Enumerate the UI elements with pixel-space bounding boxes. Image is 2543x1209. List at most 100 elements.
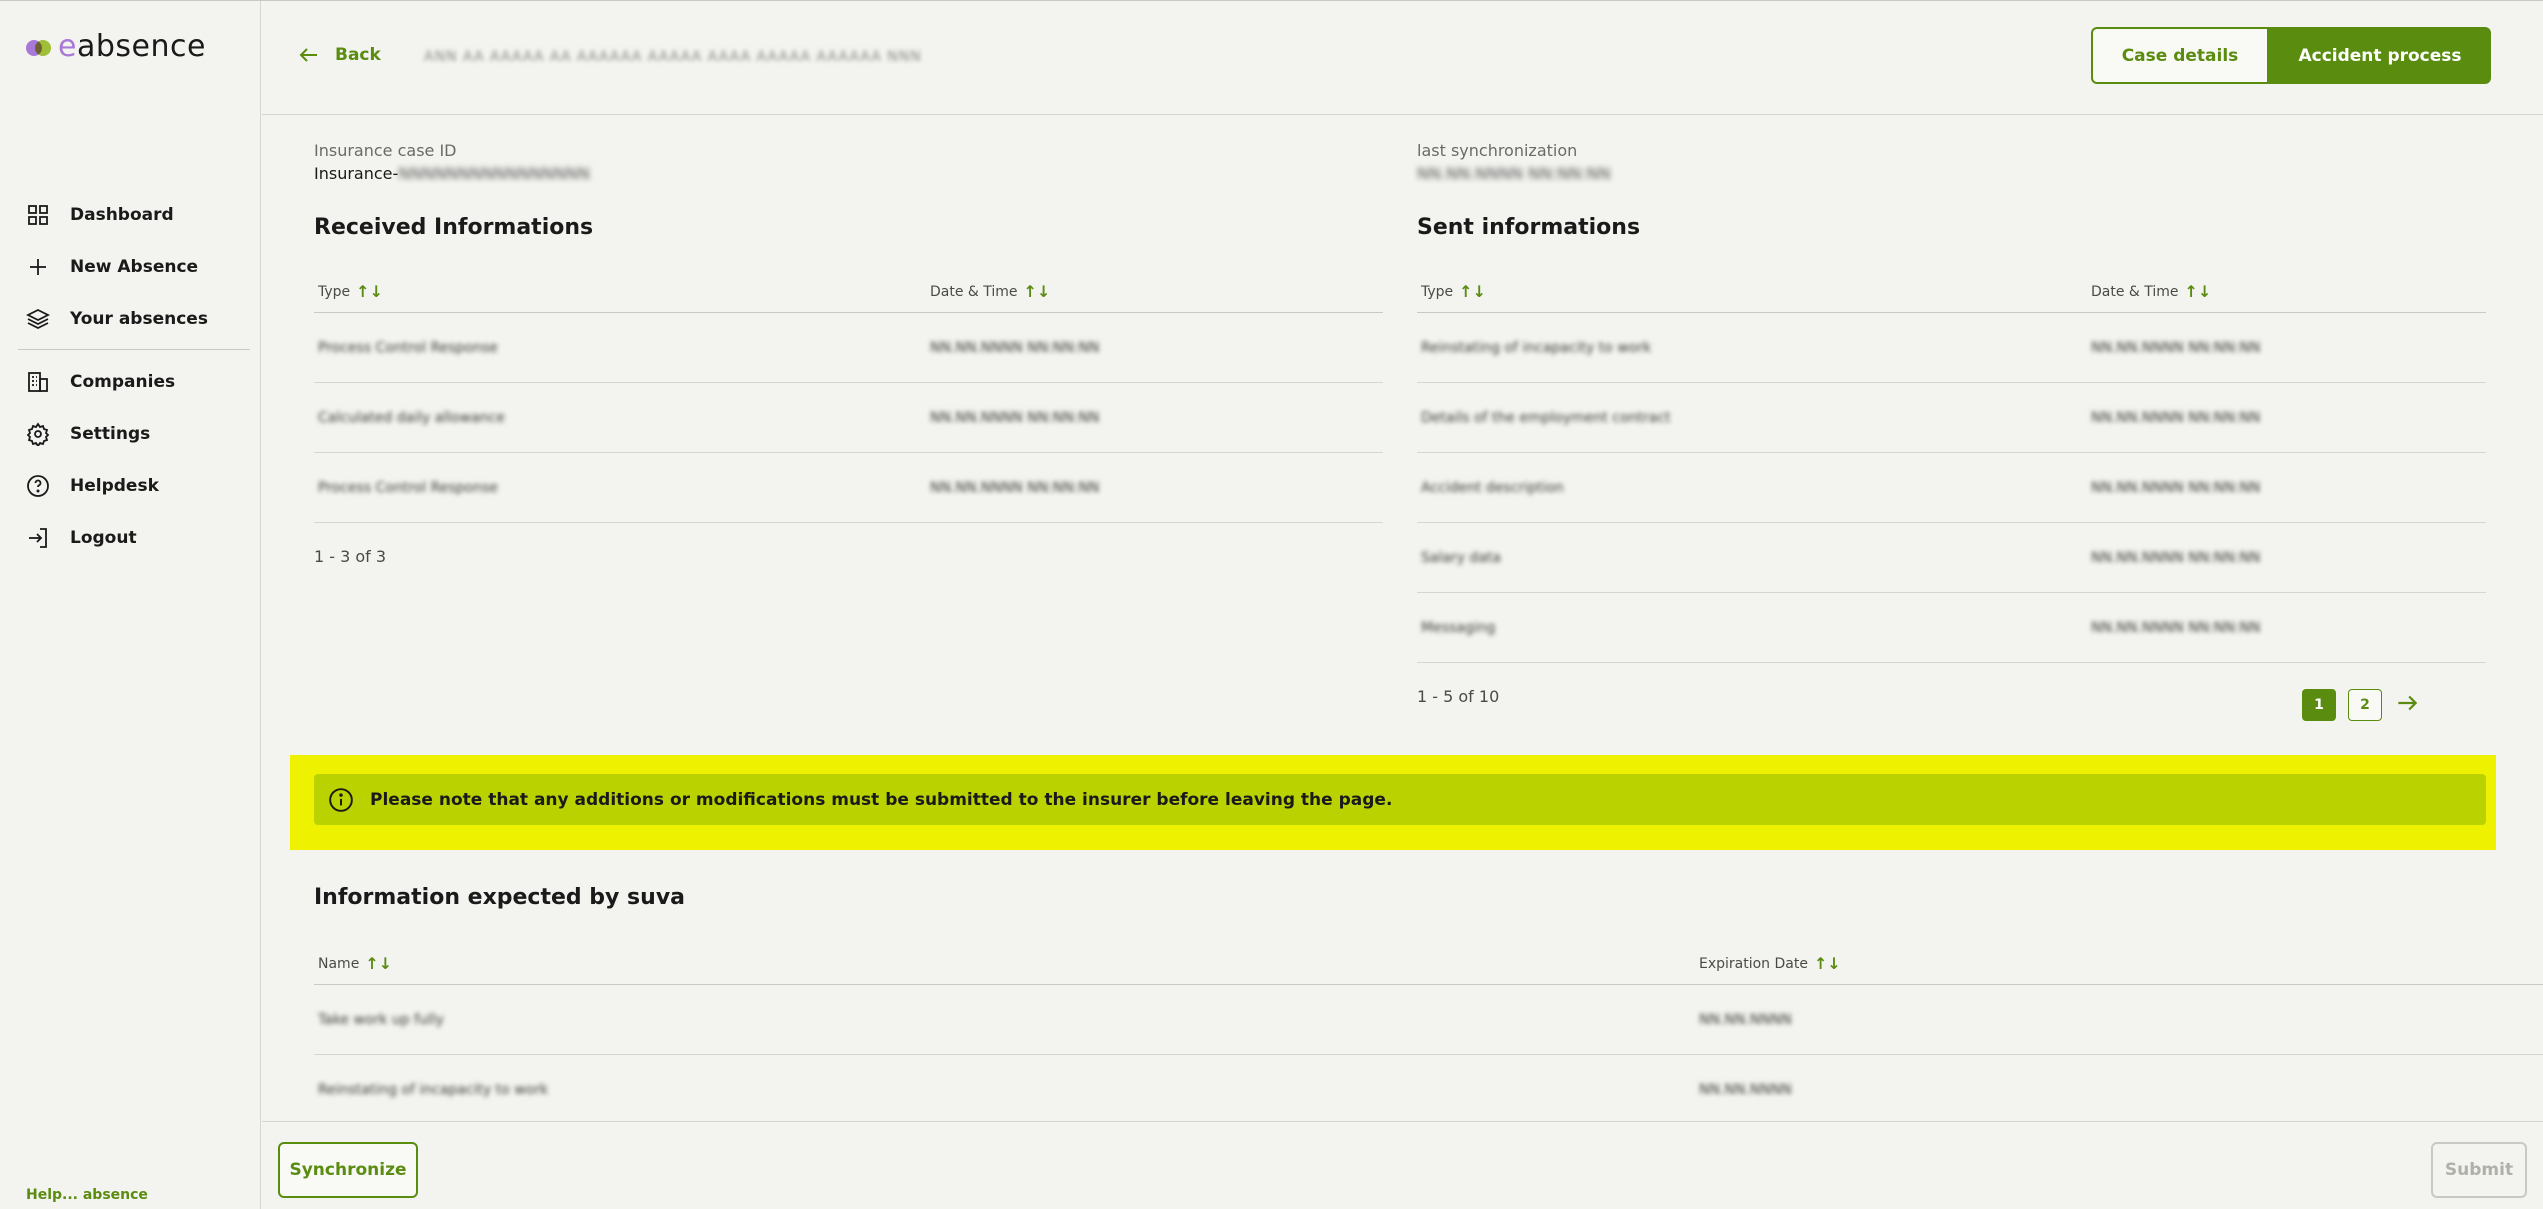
sidebar-item-new-absence[interactable]: New Absence xyxy=(18,241,250,293)
table-row[interactable]: Process Control Response NN.NN.NNNN NN:NN… xyxy=(314,313,1383,383)
building-icon xyxy=(28,372,48,392)
view-switcher: Case details Accident process xyxy=(2091,27,2491,84)
date-cell: NN.NN.NNNN xyxy=(1699,1011,1792,1028)
expected-title: Information expected by suva xyxy=(314,885,686,910)
sidebar-item-helpdesk[interactable]: Helpdesk xyxy=(18,460,250,512)
received-title: Received Informations xyxy=(314,215,594,240)
table-row[interactable]: Details of the employment contract NN.NN.… xyxy=(1417,383,2486,453)
sidebar-item-your-absences[interactable]: Your absences xyxy=(18,293,250,345)
footer-brand-text: Help... absence xyxy=(26,1187,148,1203)
date-cell: NN.NN.NNNN NN:NN:NN xyxy=(930,339,1100,356)
column-header: Expiration Date xyxy=(1699,955,1808,972)
tab-accident-process[interactable]: Accident process xyxy=(2269,27,2491,84)
sort-name-header[interactable]: Name ↑↓ xyxy=(314,954,1695,973)
sidebar-item-label: Settings xyxy=(70,424,151,444)
column-header: Date & Time xyxy=(930,283,1018,300)
table-row[interactable]: Calculated daily allowance NN.NN.NNNN NN:… xyxy=(314,383,1383,453)
sidebar-item-dashboard[interactable]: Dashboard xyxy=(18,189,250,241)
notice-highlight: Please note that any additions or modifi… xyxy=(290,755,2496,850)
sync-value: NN.NN.NNNN NN:NN:NN xyxy=(1417,164,1611,183)
gear-icon xyxy=(26,422,50,446)
type-cell: Messaging xyxy=(1421,619,1496,636)
date-cell: NN.NN.NNNN NN:NN:NN xyxy=(930,479,1100,496)
type-cell: Salary data xyxy=(1421,549,1501,566)
sent-pagination: 1 2 xyxy=(2302,689,2420,721)
date-cell: NN.NN.NNNN NN:NN:NN xyxy=(2091,339,2261,356)
page-header: Back ANN AA AAAAA AA AAAAAA AAAAA AAAA A… xyxy=(262,1,2543,115)
sort-date-header[interactable]: Date & Time ↑↓ xyxy=(2087,282,2211,301)
sidebar-item-settings[interactable]: Settings xyxy=(18,408,250,460)
sort-icon: ↑↓ xyxy=(1813,954,1841,973)
sent-table: Type ↑↓ Date & Time ↑↓ Reinstating of inca… xyxy=(1417,271,2486,663)
expected-table: Name ↑↓ Expiration Date ↑↓ Take work up fu… xyxy=(314,943,2543,1125)
submit-button[interactable]: Submit xyxy=(2431,1142,2527,1198)
help-circle-icon xyxy=(27,475,49,497)
table-row[interactable]: Reinstating of incapacity to work NN.NN.N… xyxy=(1417,313,2486,383)
page-button-1[interactable]: 1 xyxy=(2302,689,2336,721)
table-row[interactable]: Messaging NN.NN.NNNN NN:NN:NN xyxy=(1417,593,2486,663)
sent-title: Sent informations xyxy=(1417,215,1641,240)
arrow-right-icon xyxy=(2398,695,2418,711)
sort-expiration-header[interactable]: Expiration Date ↑↓ xyxy=(1695,954,1841,973)
notice-text: Please note that any additions or modifi… xyxy=(370,789,1393,810)
sidebar: eabsence Dashboard New Absence Your abse… xyxy=(0,1,261,1209)
logo-prefix: e xyxy=(58,29,77,64)
table-row[interactable]: Accident description NN.NN.NNNN NN:NN:NN xyxy=(1417,453,2486,523)
sort-icon: ↑↓ xyxy=(365,954,393,973)
sort-icon: ↑↓ xyxy=(1023,282,1051,301)
type-cell: Reinstating of incapacity to work xyxy=(1421,339,1652,356)
date-cell: NN.NN.NNNN NN:NN:NN xyxy=(930,409,1100,426)
table-row[interactable]: Take work up fully NN.NN.NNNN xyxy=(314,985,2543,1055)
date-cell: NN.NN.NNNN xyxy=(1699,1081,1792,1098)
column-header: Type xyxy=(318,283,351,300)
case-id-prefix: Insurance- xyxy=(314,164,399,183)
sidebar-item-label: Dashboard xyxy=(70,205,174,225)
type-cell: Details of the employment contract xyxy=(1421,409,1671,426)
table-row[interactable]: Reinstating of incapacity to work NN.NN.N… xyxy=(314,1055,2543,1125)
type-cell: Calculated daily allowance xyxy=(318,409,505,426)
sidebar-nav: Dashboard New Absence Your absences Comp… xyxy=(18,189,250,564)
next-page-button[interactable] xyxy=(2394,690,2420,720)
column-header: Name xyxy=(318,955,360,972)
case-id-label: Insurance case ID xyxy=(314,141,457,160)
back-button[interactable]: Back xyxy=(297,43,381,67)
sidebar-item-label: Helpdesk xyxy=(70,476,159,496)
date-cell: NN.NN.NNNN NN:NN:NN xyxy=(2091,409,2261,426)
logo-text: absence xyxy=(76,29,206,64)
name-cell: Reinstating of incapacity to work xyxy=(318,1081,549,1098)
page-button-2[interactable]: 2 xyxy=(2348,689,2382,721)
notice-banner: Please note that any additions or modifi… xyxy=(314,774,2486,825)
column-header: Type xyxy=(1421,283,1454,300)
sidebar-item-companies[interactable]: Companies xyxy=(18,356,250,408)
layers-icon xyxy=(26,308,50,330)
sort-icon: ↑↓ xyxy=(2184,282,2212,301)
sync-label: last synchronization xyxy=(1417,141,1578,160)
sync-timestamp: NN.NN.NNNN NN:NN:NN xyxy=(1417,164,1611,183)
type-cell: Process Control Response xyxy=(318,479,498,496)
date-cell: NN.NN.NNNN NN:NN:NN xyxy=(2091,479,2261,496)
action-bar: Synchronize Submit xyxy=(262,1121,2543,1209)
breadcrumb: ANN AA AAAAA AA AAAAAA AAAAA AAAA AAAAA … xyxy=(424,49,922,65)
table-header: Type ↑↓ Date & Time ↑↓ xyxy=(314,271,1383,313)
sort-type-header[interactable]: Type ↑↓ xyxy=(314,282,926,301)
sidebar-item-label: Companies xyxy=(70,372,176,392)
plus-icon xyxy=(30,259,46,275)
sort-type-header[interactable]: Type ↑↓ xyxy=(1417,282,2087,301)
tab-case-details[interactable]: Case details xyxy=(2091,27,2269,84)
logout-icon xyxy=(29,528,47,548)
date-cell: NN.NN.NNNN NN:NN:NN xyxy=(2091,549,2261,566)
sidebar-item-logout[interactable]: Logout xyxy=(18,512,250,564)
back-label: Back xyxy=(335,45,381,65)
case-id-value: Insurance-NNNNNNNNNNNNNNNN xyxy=(314,164,590,183)
table-row[interactable]: Salary data NN.NN.NNNN NN:NN:NN xyxy=(1417,523,2486,593)
logo-mark-icon xyxy=(26,38,52,56)
table-row[interactable]: Process Control Response NN.NN.NNNN NN:NN… xyxy=(314,453,1383,523)
column-header: Date & Time xyxy=(2091,283,2179,300)
grid-icon xyxy=(28,205,48,225)
synchronize-button[interactable]: Synchronize xyxy=(278,1142,418,1198)
sort-date-header[interactable]: Date & Time ↑↓ xyxy=(926,282,1050,301)
sidebar-divider xyxy=(18,349,250,350)
app-logo[interactable]: eabsence xyxy=(26,29,206,64)
sort-icon: ↑↓ xyxy=(356,282,383,301)
received-table: Type ↑↓ Date & Time ↑↓ Process Control Res… xyxy=(314,271,1383,523)
